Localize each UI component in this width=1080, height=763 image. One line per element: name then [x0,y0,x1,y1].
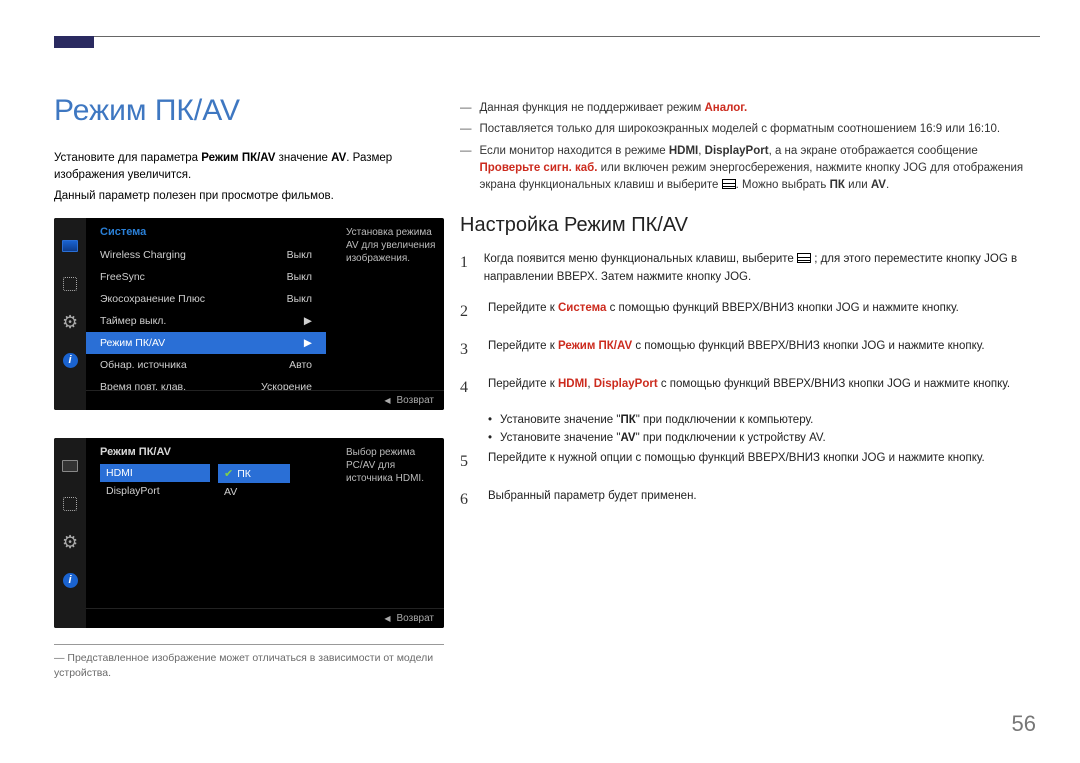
menu-icon [797,253,811,263]
step-item: 5 Перейдите к нужной опции с помощью фун… [460,450,1040,474]
osd-source-option[interactable]: HDMI [100,464,210,482]
dash-icon: ― [460,121,472,138]
step-item: 4 Перейдите к HDMI, DisplayPort с помощь… [460,376,1040,400]
menu-icon [722,179,736,189]
dash-icon: ― [460,143,472,195]
osd-footer: ◀ Возврат [86,390,444,410]
info-icon: i [62,352,78,368]
osd-menu-row[interactable]: Таймер выкл.▶ [86,310,326,332]
header-rule [54,36,1040,37]
step-number: 6 [460,488,474,512]
osd-menu-row[interactable]: Экосохранение ПлюсВыкл [86,288,326,310]
step-number: 3 [460,338,474,362]
osd-menu-row[interactable]: Обнар. источникаАвто [86,354,326,376]
brightness-icon [62,496,78,512]
step-number: 2 [460,300,474,324]
osd-help-text: Выбор режима PC/AV для источника HDMI. [346,446,436,485]
step-item: 3 Перейдите к Режим ПК/AV с помощью функ… [460,338,1040,362]
step-number: 1 [460,251,470,286]
osd-footer-label: Возврат [397,613,435,624]
dash-icon: ― [460,100,472,117]
step-item: 6 Выбранный параметр будет применен. [460,488,1040,512]
intro-paragraph-2: Данный параметр полезен при просмотре фи… [54,190,414,202]
osd-pcav-menu: ⚙ i Режим ПК/AV Выбор режима PC/AV для и… [54,438,444,628]
osd-mode-option[interactable]: ✔ПК [218,464,290,483]
step-item: 1 Когда появится меню функциональных кла… [460,251,1040,286]
back-icon: ◀ [384,614,390,623]
brightness-icon [62,276,78,292]
page-number: 56 [1012,711,1036,737]
osd-mode-option[interactable]: AV [218,483,290,501]
image-footnote: ― Представленное изображение может отлич… [54,644,444,680]
section-heading: Настройка Режим ПК/AV [460,214,1040,237]
gear-icon: ⚙ [62,534,78,550]
osd-sidebar: ⚙ i [54,438,86,628]
gear-icon: ⚙ [62,314,78,330]
note-bullet: ― Данная функция не поддерживает режим А… [460,100,1040,117]
note-bullet: ― Поставляется только для широкоэкранных… [460,121,1040,138]
osd-source-option[interactable]: DisplayPort [100,482,210,500]
osd-menu-row[interactable]: Wireless ChargingВыкл [86,244,326,266]
back-icon: ◀ [384,396,390,405]
osd-sidebar: ⚙ i [54,218,86,410]
right-column: ― Данная функция не поддерживает режим А… [460,100,1040,526]
osd-footer: ◀ Возврат [86,608,444,628]
osd-help-text: Установка режима AV для увеличения изобр… [346,226,436,265]
screen-icon [62,458,78,474]
screen-icon [62,238,78,254]
note-bullet: ― Если монитор находится в режиме HDMI, … [460,143,1040,195]
osd-system-menu: ⚙ i Система Установка режима AV для увел… [54,218,444,410]
osd-footer-label: Возврат [397,395,435,406]
step-number: 5 [460,450,474,474]
osd-menu-row[interactable]: FreeSyncВыкл [86,266,326,288]
header-accent [54,36,94,48]
info-icon: i [62,572,78,588]
osd-menu-row[interactable]: Режим ПК/AV▶ [86,332,326,354]
sub-bullet: •Установите значение "ПК" при подключени… [488,414,1040,426]
intro-paragraph-1: Установите для параметра Режим ПК/AV зна… [54,150,414,185]
page-title: Режим ПК/AV [54,94,240,128]
step-number: 4 [460,376,474,400]
sub-bullet: •Установите значение "AV" при подключени… [488,432,1040,444]
step-item: 2 Перейдите к Система с помощью функций … [460,300,1040,324]
